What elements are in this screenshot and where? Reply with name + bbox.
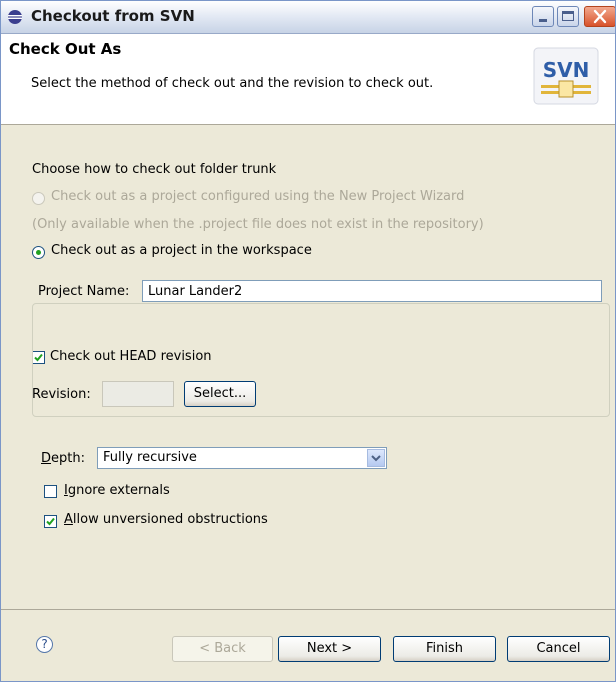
window-title: Checkout from SVN <box>31 7 195 25</box>
chevron-down-icon[interactable] <box>367 449 385 467</box>
cancel-button[interactable]: Cancel <box>507 636 610 662</box>
wizard-header: Check Out As Select the method of check … <box>1 34 615 125</box>
page-description: Select the method of check out and the r… <box>31 76 434 91</box>
close-icon <box>593 9 607 24</box>
svn-logo-text: SVN <box>543 58 590 82</box>
next-button[interactable]: Next > <box>278 636 381 662</box>
project-name-input[interactable] <box>142 280 602 302</box>
radio-selected-dot <box>36 250 41 255</box>
cancel-button-label: Cancel <box>536 641 581 656</box>
maximize-icon <box>562 11 574 21</box>
minimize-button[interactable] <box>532 6 554 27</box>
depth-label: Depth: <box>41 451 85 466</box>
help-icon[interactable]: ? <box>36 636 53 653</box>
title-bar[interactable]: Checkout from SVN <box>1 1 615 34</box>
project-name-label: Project Name: <box>38 284 130 299</box>
radio-workspace-project[interactable] <box>32 246 45 259</box>
minimize-icon <box>539 19 547 22</box>
finish-button-label: Finish <box>425 641 463 656</box>
back-button-label: < Back <box>199 641 246 656</box>
allow-unversioned-label: Allow unversioned obstructions <box>64 512 268 527</box>
ignore-externals-label: Ignore externals <box>64 483 170 498</box>
depth-select-value: Fully recursive <box>103 450 197 465</box>
ignore-externals-checkbox[interactable] <box>44 485 57 498</box>
depth-options-group <box>32 303 610 417</box>
svn-logo-icon: SVN <box>533 47 599 105</box>
radio-new-project-wizard[interactable] <box>32 192 45 205</box>
maximize-button[interactable] <box>557 6 579 27</box>
checkmark-icon <box>46 517 55 526</box>
allow-unversioned-checkbox[interactable] <box>44 515 57 528</box>
checkout-method-prompt: Choose how to check out folder trunk <box>32 162 277 177</box>
next-button-label: Next > <box>306 641 353 656</box>
eclipse-icon <box>8 10 22 24</box>
close-button[interactable] <box>584 6 615 27</box>
wizard-availability-note: (Only available when the .project file d… <box>32 217 484 232</box>
back-button[interactable]: < Back <box>172 636 273 662</box>
finish-button[interactable]: Finish <box>393 636 496 662</box>
radio-new-project-wizard-label: Check out as a project configured using … <box>51 189 465 204</box>
checkout-dialog: Checkout from SVN Check Out As Select th… <box>0 0 616 682</box>
radio-workspace-project-label: Check out as a project in the workspace <box>51 243 312 258</box>
depth-select[interactable]: Fully recursive <box>97 447 387 469</box>
page-title: Check Out As <box>9 40 122 58</box>
